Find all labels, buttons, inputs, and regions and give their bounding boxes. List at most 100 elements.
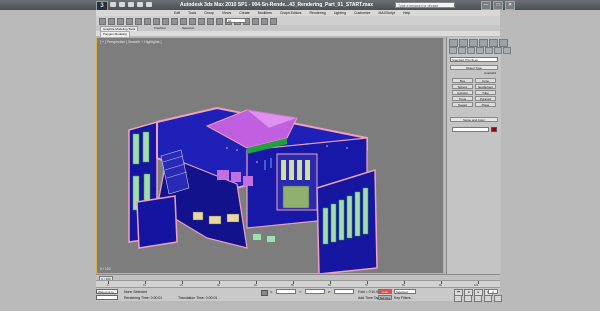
door-frame [282,185,310,209]
select-by-name-icon[interactable] [153,18,160,25]
utilities-tab-icon[interactable] [499,39,508,47]
current-frame-field[interactable]: 0 [488,289,498,294]
bind-space-warp-icon[interactable] [135,18,142,25]
search-input[interactable]: Type a keyword or phrase [395,2,455,8]
auto-key-button[interactable]: Auto Key [378,289,392,299]
ribbon-panel: Polygon Modeling [96,31,500,38]
torus-button[interactable]: Torus [452,96,473,101]
table [208,215,222,225]
command-panel: Standard Primitives Object Type AutoGrid… [446,37,511,274]
y-label: Y: [299,290,302,294]
window-panel [362,187,369,235]
shutter [281,160,286,180]
autogrid-checkbox[interactable]: AutoGrid [452,71,496,76]
window-crossing-icon[interactable] [171,18,178,25]
undo-tool-icon[interactable] [99,18,106,25]
pan-icon[interactable] [484,295,492,302]
rect-selection-icon[interactable] [162,18,169,25]
title-bar: 3 Autodesk 3ds Max 2010 SP1 - 004-Sn-Ren… [0,0,600,12]
hierarchy-tab-icon[interactable] [469,39,478,47]
undo-icon[interactable] [137,2,143,7]
link-icon[interactable] [117,18,124,25]
box-button[interactable]: Box [452,78,473,83]
cameras-icon[interactable] [476,47,484,54]
x-label: X: [270,290,273,294]
object-type-rollout[interactable]: Object Type [450,65,498,70]
redo-tool-icon[interactable] [108,18,115,25]
set-key-button[interactable]: Set Key [378,295,392,300]
front-left-room[interactable] [136,195,178,249]
shapes-icon[interactable] [458,47,466,54]
command-panel-tabs [449,39,508,47]
create-tab-icon[interactable] [449,39,458,47]
chair [231,172,241,182]
frame-counter-label: 0 / 100 [100,267,111,271]
geometry-icon[interactable] [449,47,457,54]
spinner-snap-icon[interactable] [270,18,277,25]
maxscript-input[interactable] [96,295,118,300]
shutter [297,160,302,180]
lights-icon[interactable] [467,47,475,54]
modify-tab-icon[interactable] [459,39,468,47]
pyramid-button[interactable]: Pyramid [475,96,496,101]
unlink-icon[interactable] [126,18,133,25]
maximize-icon[interactable]: □ [493,1,503,10]
primitive-type-dropdown[interactable]: Standard Primitives [450,57,498,62]
percent-snap-icon[interactable] [261,18,268,25]
x-coordinate-field[interactable] [276,289,296,294]
motion-tab-icon[interactable] [479,39,488,47]
plane-button[interactable]: Plane [475,102,496,107]
reference-coord-icon[interactable] [207,18,214,25]
save-file-icon[interactable] [128,2,134,7]
name-and-color-rollout[interactable]: Name and Color [450,117,498,122]
viewport-navigation [454,295,502,302]
selection-lock-icon[interactable] [261,290,268,296]
angle-snap-icon[interactable] [252,18,259,25]
zoom-all-icon[interactable] [464,295,472,302]
cylinder-button[interactable]: Cylinder [452,90,473,95]
orbit-icon[interactable] [494,295,502,302]
new-file-icon[interactable] [110,2,116,7]
object-color-swatch[interactable] [491,127,497,132]
window-panel [142,131,150,163]
rendering-time: Rendering Time: 0:00:01 [124,296,163,300]
cone-button[interactable]: Cone [475,78,496,83]
zoom-extents-icon[interactable] [474,295,482,302]
geosphere-button[interactable]: GeoSphere [475,84,496,89]
tube-button[interactable]: Tube [475,90,496,95]
perspective-viewport[interactable]: [ + ] Perspective [ Smooth + Highlights … [96,37,444,274]
window-controls: — □ ✕ [481,1,515,10]
open-file-icon[interactable] [119,2,125,7]
zoom-icon[interactable] [454,295,462,302]
box [267,236,275,242]
space-warps-icon[interactable] [494,47,502,54]
systems-icon[interactable] [503,47,511,54]
teapot-button[interactable]: Teapot [452,102,473,107]
box [253,234,261,240]
helpers-icon[interactable] [485,47,493,54]
selection-status: None Selected [124,290,147,294]
move-icon[interactable] [180,18,187,25]
y-coordinate-field[interactable] [305,289,325,294]
key-filters-button[interactable]: Key Filters... [394,296,413,300]
select-object-icon[interactable] [144,18,151,25]
display-tab-icon[interactable] [489,39,498,47]
sphere-button[interactable]: Sphere [452,84,473,89]
selection-filter-dropdown[interactable]: All [226,18,246,23]
rotate-icon[interactable] [189,18,196,25]
z-coordinate-field[interactable] [334,289,354,294]
close-icon[interactable]: ✕ [505,1,515,10]
autogrid-row: AutoGrid [452,71,496,76]
object-name-input[interactable] [452,127,489,132]
scale-icon[interactable] [198,18,205,25]
minimize-icon[interactable]: — [481,1,491,10]
add-time-tag[interactable]: Add Time Tag [358,296,379,300]
pivot-icon[interactable] [216,18,223,25]
z-label: Z: [328,290,331,294]
key-mode-dropdown[interactable]: Selected [394,289,416,294]
maxscript-listener[interactable]: Welcome to M [96,289,118,299]
window-panel [330,203,337,243]
app-window: 3 Autodesk 3ds Max 2010 SP1 - 004-Sn-Ren… [0,0,600,311]
redo-icon[interactable] [146,2,152,7]
building-model[interactable] [97,38,444,274]
